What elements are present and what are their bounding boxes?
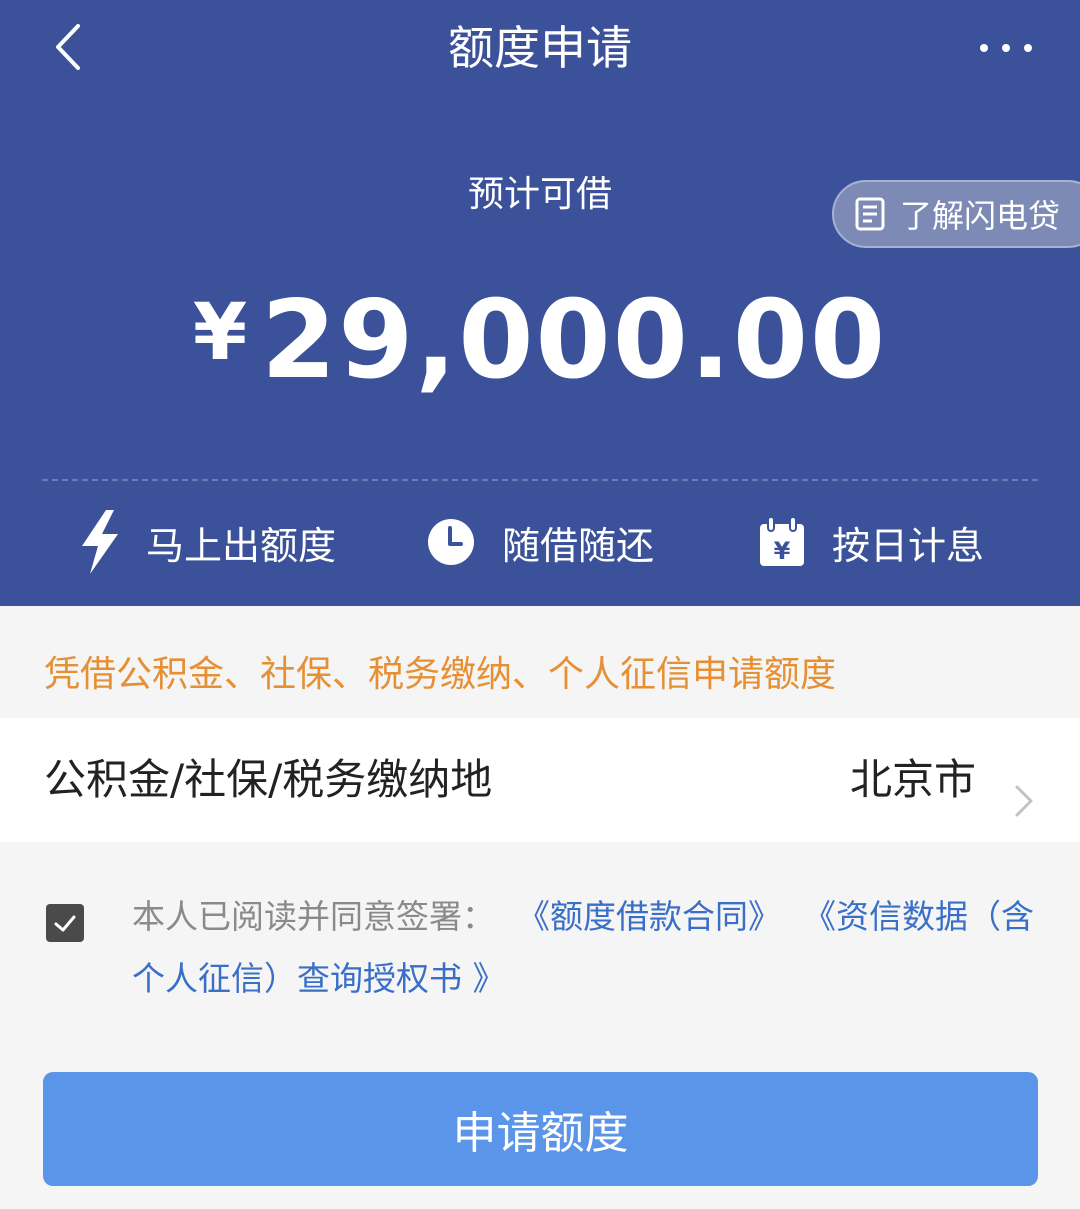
agreement-prefix: 本人已阅读并同意签署：	[132, 897, 495, 936]
feature-label: 随借随还	[502, 523, 655, 568]
document-icon	[855, 197, 885, 231]
feature-daily-interest: ¥ 按日计息	[758, 505, 984, 579]
credit-amount: ¥29,000.00	[0, 278, 1080, 403]
feature-flexible-repay: 随借随还	[426, 505, 654, 579]
hero-panel: 额度申请 预计可借 了解闪电贷 ¥29,000.00 马上出额度 随借随还 ¥ …	[0, 0, 1080, 606]
apply-credit-button[interactable]: 申请额度	[43, 1072, 1038, 1186]
learn-more-label: 了解闪电贷	[900, 197, 1061, 235]
amount-value: 29,000.00	[261, 278, 888, 403]
agreement-text: 本人已阅读并同意签署： 《额度借款合同》 《资信数据（含个人征信）查询授权书 》	[132, 886, 1042, 1010]
dashed-divider	[42, 479, 1038, 481]
requirements-notice: 凭借公积金、社保、税务缴纳、个人征信申请额度	[44, 654, 837, 695]
more-dot-icon	[1002, 44, 1010, 52]
agreement-checkbox[interactable]	[46, 904, 84, 942]
clock-icon	[428, 519, 474, 565]
more-options-button[interactable]	[980, 38, 1032, 58]
payment-location-row[interactable]: 公积金/社保/税务缴纳地 北京市	[0, 718, 1080, 842]
page-title: 额度申请	[448, 21, 632, 75]
feature-label: 马上出额度	[146, 523, 337, 568]
more-dot-icon	[1024, 44, 1032, 52]
checkmark-icon	[54, 915, 76, 932]
chevron-right-icon	[1015, 785, 1033, 817]
svg-text:¥: ¥	[774, 537, 791, 565]
lightning-icon	[82, 510, 118, 574]
calendar-yen-icon: ¥	[760, 516, 804, 566]
contract-link[interactable]: 《额度借款合同》	[517, 897, 781, 936]
learn-more-button[interactable]: 了解闪电贷	[832, 180, 1080, 248]
currency-symbol: ¥	[192, 288, 248, 378]
feature-instant-credit: 马上出额度	[80, 505, 336, 579]
more-dot-icon	[980, 44, 988, 52]
location-label: 公积金/社保/税务缴纳地	[44, 755, 493, 804]
location-value: 北京市	[849, 755, 976, 804]
feature-label: 按日计息	[832, 523, 985, 568]
